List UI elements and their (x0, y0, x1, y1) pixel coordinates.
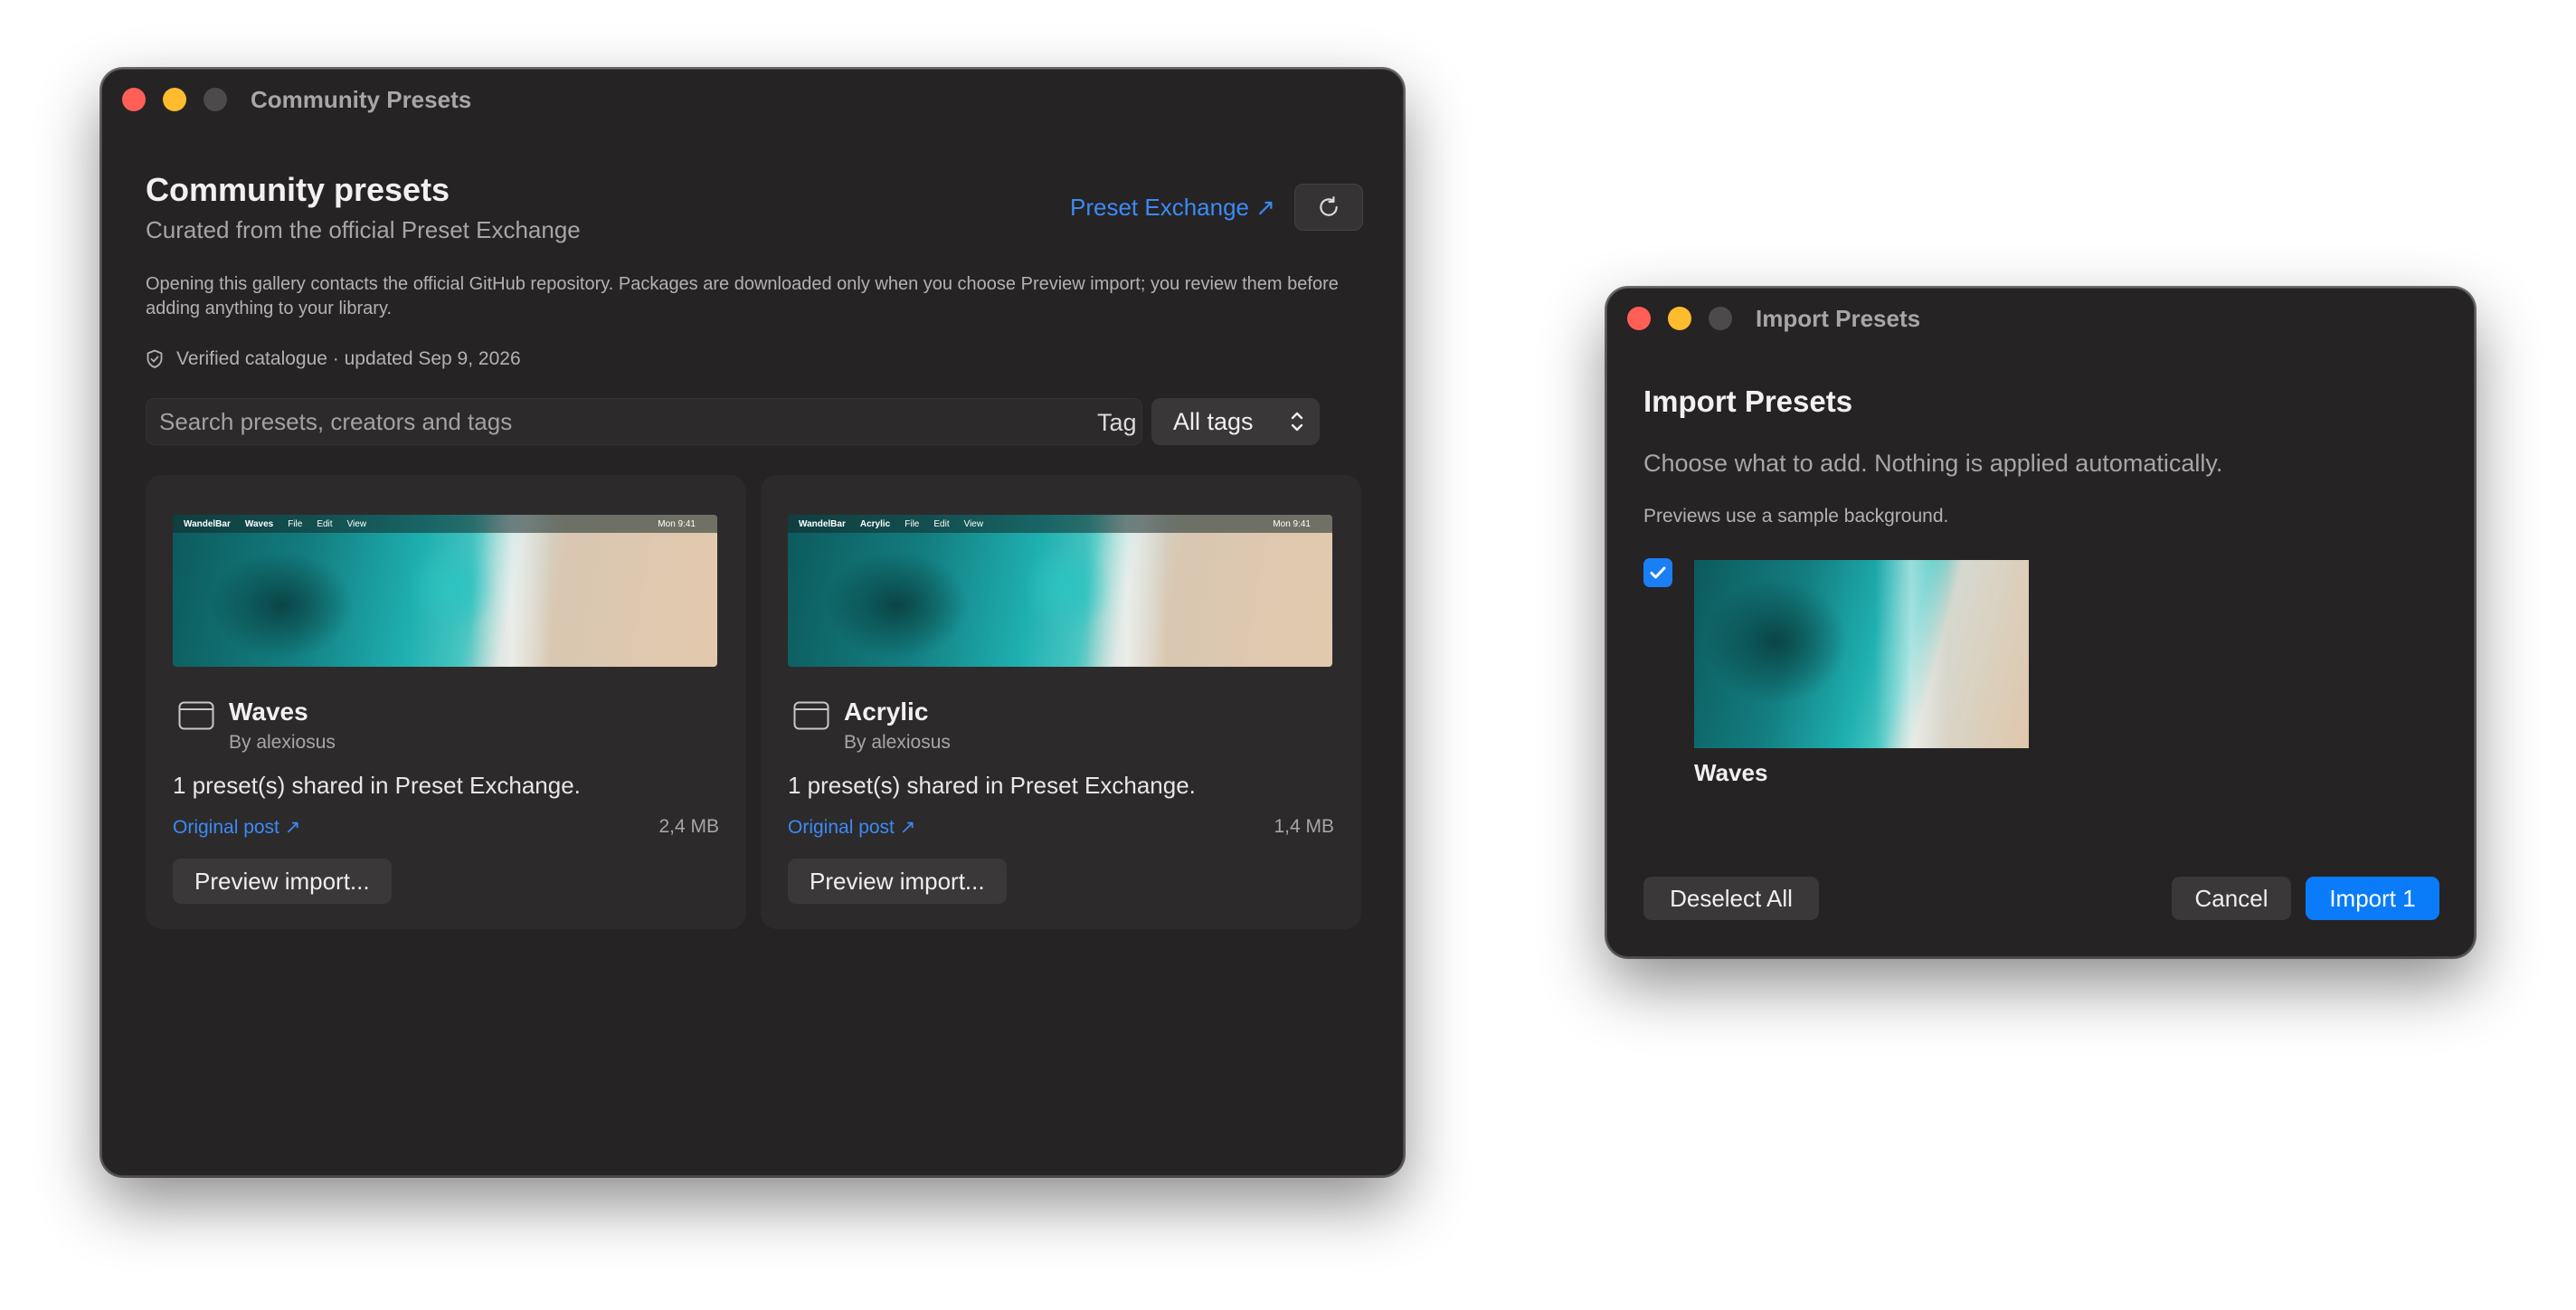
preset-exchange-link[interactable]: Preset Exchange ↗ (1070, 194, 1275, 222)
verified-status: Verified catalogue · updated Sep 9, 2026 (146, 348, 521, 370)
tag-label: Tag (1097, 409, 1137, 436)
menubar-edit: Edit (933, 518, 950, 529)
minimize-window-button[interactable] (163, 88, 186, 111)
close-window-button[interactable] (122, 88, 146, 111)
minimize-window-button[interactable] (1668, 307, 1691, 330)
zoom-window-button[interactable] (1709, 307, 1732, 330)
preview-menu-bar: WandelBar Acrylic File Edit View Mon 9:4… (788, 515, 1332, 533)
zoom-window-button[interactable] (204, 88, 227, 111)
menubar-view: View (346, 518, 367, 529)
preset-name: Acrylic (844, 698, 929, 726)
page-title: Community presets (146, 171, 450, 208)
menubar-edit: Edit (317, 518, 333, 529)
verified-text: Verified catalogue · updated Sep 9, 2026 (176, 348, 521, 369)
checkmark-icon (1650, 566, 1666, 579)
menubar-file: File (904, 518, 920, 529)
preview-note: Previews use a sample background. (1643, 506, 1949, 527)
shield-check-icon (147, 349, 163, 368)
page-subtitle: Curated from the official Preset Exchang… (146, 216, 581, 243)
preset-author: By alexiosus (844, 732, 951, 753)
preview-menu-bar: WandelBar Waves File Edit View Mon 9:41 (173, 515, 717, 533)
menubar-file: File (288, 518, 303, 529)
preset-author: By alexiosus (229, 732, 336, 753)
preset-card-acrylic: WandelBar Acrylic File Edit View Mon 9:4… (761, 475, 1361, 929)
dialog-subtitle: Choose what to add. Nothing is applied a… (1643, 450, 2223, 477)
preview-import-button[interactable]: Preview import... (173, 859, 392, 904)
title-bar: Community Presets (102, 70, 1403, 129)
privacy-notice: Opening this gallery contacts the offici… (146, 274, 1339, 318)
preset-name: Waves (1694, 759, 1768, 786)
close-window-button[interactable] (1627, 307, 1651, 330)
preset-preview-image (1694, 560, 2029, 748)
preset-preview-image: WandelBar Waves File Edit View Mon 9:41 (173, 515, 717, 667)
menubar-clock: Mon 9:41 (1273, 518, 1311, 529)
import-button[interactable]: Import 1 (2306, 877, 2439, 920)
tag-select-value: All tags (1173, 407, 1254, 435)
chevron-up-down-icon (1291, 412, 1303, 432)
menubar-clock: Mon 9:41 (658, 518, 696, 529)
preset-description: 1 preset(s) shared in Preset Exchange. (788, 772, 1196, 799)
title-bar: Import Presets (1607, 289, 2474, 348)
preset-card-waves: WandelBar Waves File Edit View Mon 9:41 … (146, 475, 746, 929)
preset-preview-image: WandelBar Acrylic File Edit View Mon 9:4… (788, 515, 1332, 667)
preset-size: 1,4 MB (1274, 816, 1334, 837)
menubar-preset: Acrylic (859, 518, 891, 529)
cancel-button[interactable]: Cancel (2172, 877, 2291, 920)
community-presets-window: Community Presets Community presets Cura… (101, 69, 1404, 1176)
tag-select[interactable]: All tags (1151, 398, 1320, 445)
import-presets-window: Import Presets Import Presets Choose wha… (1606, 288, 2475, 957)
window-title: Community Presets (251, 85, 472, 113)
menubar-app: WandelBar (184, 518, 231, 529)
window-icon (178, 701, 214, 730)
preset-size: 2,4 MB (658, 816, 719, 837)
original-post-link[interactable]: Original post ↗ (173, 816, 300, 839)
refresh-button[interactable] (1294, 184, 1363, 231)
refresh-icon (1320, 196, 1338, 216)
preset-checkbox[interactable] (1643, 558, 1672, 587)
dialog-title: Import Presets (1643, 384, 1853, 418)
original-post-link[interactable]: Original post ↗ (788, 816, 915, 839)
window-icon (793, 701, 829, 730)
search-input[interactable] (146, 398, 1142, 445)
preview-import-button[interactable]: Preview import... (788, 859, 1007, 904)
preset-description: 1 preset(s) shared in Preset Exchange. (173, 772, 581, 799)
window-title: Import Presets (1756, 304, 1921, 332)
preset-name: Waves (229, 698, 308, 726)
menubar-app: WandelBar (799, 518, 846, 529)
menubar-preset: Waves (244, 518, 274, 529)
deselect-all-button[interactable]: Deselect All (1643, 877, 1819, 920)
menubar-view: View (963, 518, 984, 529)
